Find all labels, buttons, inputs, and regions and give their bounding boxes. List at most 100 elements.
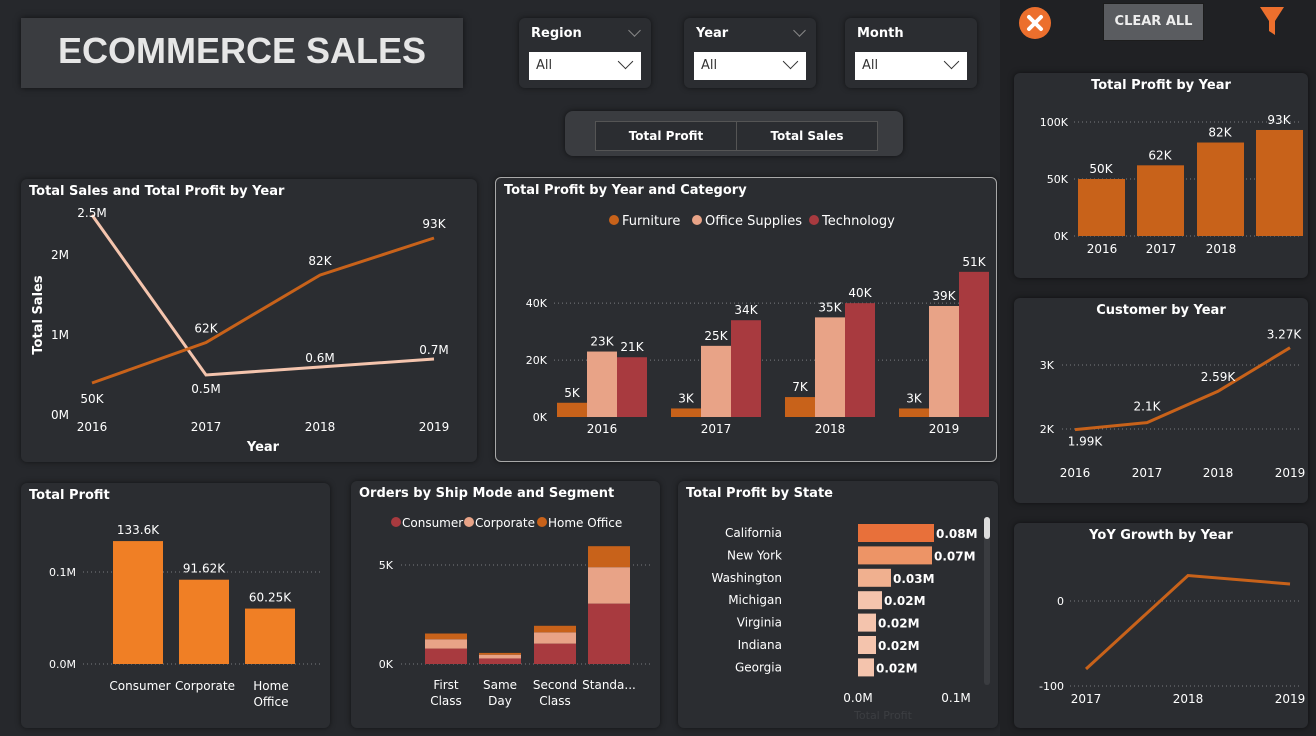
- customer-line-chart: 2K 3K 1.99K 2.1K 2.59K 3.27K 2016 2017 2018 2019: [1040, 328, 1306, 480]
- scrollbar-thumb[interactable]: [984, 517, 990, 539]
- x-tick-label: 2016: [1060, 466, 1091, 480]
- legend-marker: [809, 215, 819, 225]
- y-category-label: Washington: [711, 571, 782, 585]
- y-tick-label: 0.0M: [49, 658, 76, 671]
- x-tick-label: 2019: [1275, 466, 1306, 480]
- series-line-customers: [1074, 346, 1291, 432]
- bar-segment-home-office: [479, 652, 521, 655]
- year-dropdown[interactable]: All: [694, 52, 806, 80]
- scrollbar[interactable]: [984, 517, 990, 685]
- total-profit-button[interactable]: Total Profit: [595, 121, 737, 151]
- title-banner: ECOMMERCE SALES: [21, 18, 463, 88]
- data-label: 34K: [734, 303, 758, 317]
- x-tick-label: 2016: [1087, 242, 1118, 256]
- data-label-sales: 0.6M: [305, 351, 334, 365]
- bar-segment-corporate: [425, 639, 467, 649]
- x-tick-label: 2018: [1206, 242, 1237, 256]
- bar-furniture: [557, 402, 587, 417]
- data-label: 0.03M: [893, 572, 935, 586]
- x-tick-label: 0.1M: [941, 691, 970, 705]
- bar-segment-home-office: [425, 633, 467, 640]
- x-tick-label: First: [433, 678, 459, 692]
- x-tick-label: Office: [253, 695, 288, 709]
- bar-furniture: [785, 397, 815, 417]
- year-value: All: [701, 58, 718, 73]
- total-sales-button[interactable]: Total Sales: [736, 121, 878, 151]
- sales-profit-line-chart: 0M 1M 2M 2016 2017 2018 2019 Total Sales Year 2.5…: [31, 206, 449, 455]
- x-tick-label: Day: [488, 694, 512, 708]
- y-tick-label: 50K: [1047, 173, 1069, 186]
- data-label-profit: 82K: [308, 254, 332, 268]
- bar-segment-consumer: [479, 658, 521, 664]
- y-tick-label: 40K: [526, 297, 548, 310]
- region-slicer[interactable]: Region All: [519, 18, 651, 88]
- bar-segment-consumer: [534, 643, 576, 664]
- data-label-profit: 50K: [80, 392, 104, 406]
- bar-technology: [845, 303, 875, 417]
- data-label: 23K: [590, 335, 614, 349]
- chevron-down-icon: [617, 53, 634, 70]
- card-customer-year: Customer by Year 2K 3K 1.99K 2.1K 2.59K 3.27K…: [1014, 298, 1308, 503]
- card-profit-year-small: Total Profit by Year 0K 50K 100K 50K 2016 62K…: [1014, 73, 1308, 278]
- x-tick-label: 2017: [701, 422, 732, 436]
- bar-technology: [959, 271, 989, 417]
- right-panel: CLEAR ALL Total Profit by Year 0K 50K 100K…: [1000, 0, 1316, 736]
- chevron-down-icon: [628, 24, 641, 37]
- x-tick-label: Class: [539, 694, 571, 708]
- legend-marker: [609, 215, 619, 225]
- bar-segment-home-office: [534, 625, 576, 633]
- profit-category-bar-chart: Furniture Office Supplies Technology 0K 20K 4…: [526, 214, 989, 436]
- bar-office-supplies: [587, 351, 617, 417]
- y-tick-label: 3K: [1040, 359, 1055, 372]
- data-label: 93K: [1267, 113, 1291, 127]
- chevron-down-icon: [782, 53, 799, 70]
- bar-consumer: [113, 541, 163, 664]
- month-slicer-label: Month: [857, 26, 904, 41]
- close-icon: [1027, 15, 1043, 31]
- region-dropdown[interactable]: All: [529, 52, 641, 80]
- bar-home-office: [245, 608, 295, 664]
- y-category-label: Indiana: [738, 638, 782, 652]
- legend-label: Office Supplies: [705, 214, 802, 229]
- profit-segment-bar-chart: 0.0M 0.1M 133.6K 91.62K 60.25K Consumer Corpor…: [49, 523, 321, 709]
- profit-year-bar-chart: 0K 50K 100K 50K 2016 62K 2017 82K 2018 93K: [1040, 113, 1303, 256]
- chevron-down-icon: [943, 53, 960, 70]
- x-tick-label: Same: [483, 678, 517, 692]
- year-slicer[interactable]: Year All: [684, 18, 816, 88]
- legend-label: Corporate: [475, 516, 535, 530]
- data-label: 39K: [932, 289, 956, 303]
- data-label-profit: 93K: [422, 217, 446, 231]
- y-tick-label: -100: [1039, 680, 1064, 693]
- x-tick-label: 2019: [1275, 692, 1306, 706]
- bar-segment-corporate: [534, 632, 576, 644]
- month-dropdown[interactable]: All: [855, 52, 967, 80]
- y-tick-label: 1M: [51, 328, 69, 342]
- data-label: 5K: [564, 386, 581, 400]
- y-category-label: New York: [727, 548, 782, 562]
- total-sales-button-label: Total Sales: [770, 129, 844, 143]
- bar-year: [1078, 179, 1125, 236]
- bar-year: [1197, 142, 1244, 236]
- chevron-down-icon: [793, 24, 806, 37]
- data-label: 0.07M: [934, 549, 976, 563]
- legend-marker: [537, 517, 547, 527]
- y-tick-label: 0M: [51, 408, 69, 422]
- data-label: 60.25K: [249, 591, 292, 605]
- clear-all-button[interactable]: CLEAR ALL: [1103, 3, 1204, 41]
- legend-marker: [391, 517, 401, 527]
- bar-state: [858, 568, 891, 587]
- close-circle-icon[interactable]: [1019, 7, 1051, 39]
- x-tick-label: Home: [253, 679, 288, 693]
- card-yoy-growth: YoY Growth by Year -100 0 2017 2018 2019: [1014, 523, 1308, 728]
- bar-technology: [617, 357, 647, 417]
- filter-funnel-icon[interactable]: [1258, 4, 1288, 40]
- data-label: 3K: [906, 391, 923, 405]
- y-category-label: California: [725, 526, 782, 540]
- data-label: 62K: [1148, 148, 1172, 162]
- measure-toggle: Total Profit Total Sales: [565, 111, 903, 156]
- data-label: 3.27K: [1267, 328, 1303, 342]
- x-tick-label: 2018: [1203, 466, 1234, 480]
- month-slicer[interactable]: Month All: [845, 18, 977, 88]
- data-label: 25K: [704, 329, 728, 343]
- orders-shipmode-stacked-chart: Consumer Corporate Home Office 0K 5K First Cla…: [379, 516, 651, 708]
